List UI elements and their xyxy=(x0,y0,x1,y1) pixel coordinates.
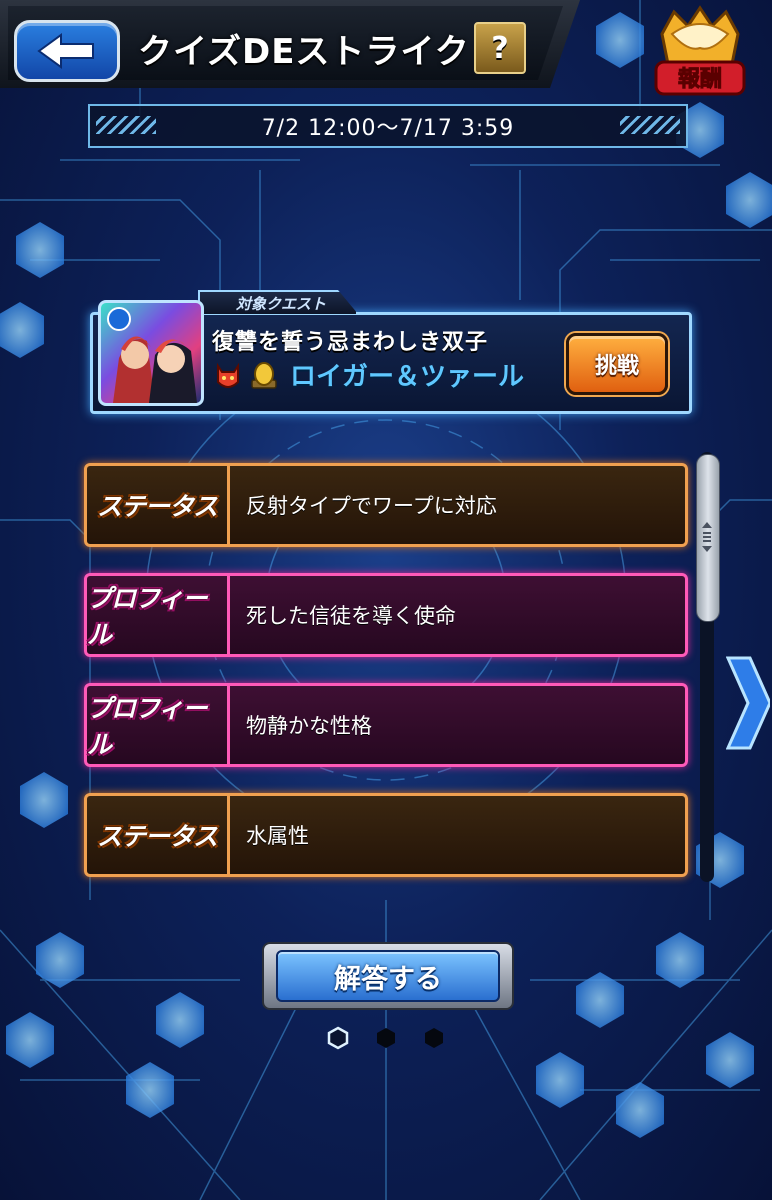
hint-text: 死した信徒を導く使命 xyxy=(246,604,456,628)
demon-icon xyxy=(217,362,239,388)
page-dot-active[interactable] xyxy=(326,1026,350,1050)
help-button[interactable]: ? xyxy=(474,22,526,74)
hint-row: プロフィール 死した信徒を導く使命 xyxy=(84,573,688,657)
help-icon: ? xyxy=(491,30,509,66)
hint-row: ステータス 反射タイプでワープに対応 xyxy=(84,463,688,547)
answer-button[interactable]: 解答する xyxy=(276,950,500,1002)
back-arrow-icon xyxy=(37,33,94,69)
hint-text: 物静かな性格 xyxy=(246,714,372,738)
hint-row: プロフィール 物静かな性格 xyxy=(84,683,688,767)
page-dot[interactable] xyxy=(374,1026,398,1050)
event-period-bar: 7/2 12:00〜7/17 3:59 xyxy=(88,104,688,148)
target-quest-tab: 対象クエスト xyxy=(198,290,358,314)
quest-portrait xyxy=(98,300,204,406)
hint-tag-profile: プロフィール xyxy=(87,686,230,764)
page-indicator xyxy=(326,1026,452,1050)
scroll-grip-icon xyxy=(702,522,712,552)
hint-text: 反射タイプでワープに対応 xyxy=(246,494,497,518)
back-button[interactable] xyxy=(14,20,120,82)
quest-name: 復讐を誓う忌まわしき双子 xyxy=(212,330,489,355)
quest-portrait-art xyxy=(107,307,197,403)
quest-boss-name: ロイガー＆ツァール xyxy=(290,362,525,392)
hint-text: 水属性 xyxy=(246,824,309,848)
reward-badge-icon[interactable]: 報酬 xyxy=(652,4,748,98)
next-arrow-icon[interactable] xyxy=(726,656,770,750)
event-period-text: 7/2 12:00〜7/17 3:59 xyxy=(261,116,515,141)
challenge-button[interactable]: 挑戦 xyxy=(566,333,668,395)
page-title: クイズDEストライク xyxy=(138,32,470,72)
reward-badge-label: 報酬 xyxy=(678,66,722,92)
target-quest-tab-label: 対象クエスト xyxy=(236,294,327,313)
hint-tag-profile: プロフィール xyxy=(87,576,230,654)
hint-row: ステータス 水属性 xyxy=(84,793,688,877)
hint-tag-status: ステータス xyxy=(87,796,230,874)
page-dot[interactable] xyxy=(422,1026,446,1050)
quest-type-icons xyxy=(212,360,280,392)
egg-icon xyxy=(251,362,277,389)
hint-tag-status: ステータス xyxy=(87,466,230,544)
